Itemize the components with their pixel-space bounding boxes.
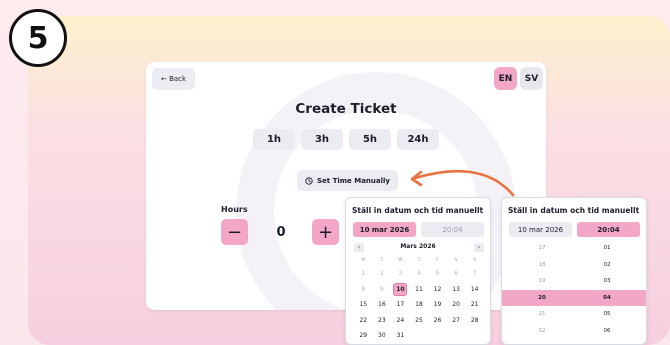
hours-increment-button[interactable]: +: [312, 219, 339, 245]
weekday-header: MTWTFSS: [354, 255, 484, 266]
language-en-button[interactable]: EN: [494, 67, 517, 90]
duration-3h-button[interactable]: 3h: [301, 129, 343, 150]
back-button[interactable]: ← Back: [152, 68, 196, 90]
set-time-manually-label: Set Time Manually: [317, 176, 390, 185]
month-label: Mars 2026: [400, 243, 436, 250]
hour-option[interactable]: 21: [522, 306, 562, 323]
duration-1h-button[interactable]: 1h: [253, 129, 295, 150]
weekday-label: M: [361, 258, 366, 263]
calendar-day[interactable]: 18: [410, 297, 429, 313]
calendar-day[interactable]: 11: [410, 282, 429, 298]
weekday-label: T: [417, 258, 421, 263]
date-tab[interactable]: 10 mar 2026: [353, 222, 416, 237]
calendar-empty-cell: [428, 328, 447, 344]
minute-option[interactable]: 01: [587, 240, 627, 257]
duration-5h-button[interactable]: 5h: [349, 129, 391, 150]
next-month-button[interactable]: ›: [474, 243, 484, 252]
calendar-day[interactable]: 30: [373, 328, 392, 344]
calendar-day[interactable]: 20: [447, 297, 466, 313]
time-row[interactable]: 18 02: [502, 257, 646, 274]
calendar-day[interactable]: 22: [354, 313, 373, 329]
calendar-day[interactable]: 26: [428, 313, 447, 329]
calendar-day-selected[interactable]: 10: [391, 282, 410, 298]
calendar-week: 1234567: [354, 266, 484, 282]
calendar-day[interactable]: 25: [410, 313, 429, 329]
calendar-day[interactable]: 9: [373, 282, 392, 298]
calendar-day[interactable]: 17: [391, 297, 410, 313]
time-picker-title: Ställ in datum och tid manuellt: [508, 206, 640, 215]
clock-icon: [305, 176, 313, 185]
weekday-label: T: [380, 258, 384, 263]
set-time-manually-button[interactable]: Set Time Manually: [297, 170, 398, 191]
calendar-day[interactable]: 5: [428, 266, 447, 282]
minute-option[interactable]: 06: [587, 323, 627, 340]
calendar-day[interactable]: 13: [447, 282, 466, 298]
step-number-badge: 5: [9, 9, 67, 67]
minute-option[interactable]: 04: [587, 290, 627, 307]
calendar-day[interactable]: 14: [465, 282, 484, 298]
calendar-day[interactable]: 12: [428, 282, 447, 298]
calendar-day[interactable]: 1: [354, 266, 373, 282]
hour-option[interactable]: 20: [522, 290, 562, 307]
time-picker-popup: Ställ in datum och tid manuellt 10 mar 2…: [501, 197, 647, 345]
weekday-label: S: [473, 258, 477, 263]
hour-option[interactable]: 22: [522, 323, 562, 340]
calendar-day[interactable]: 28: [465, 313, 484, 329]
calendar-day[interactable]: 24: [391, 313, 410, 329]
calendar-week: 29 30 31: [354, 328, 484, 344]
time-row[interactable]: 19 03: [502, 273, 646, 290]
weekday-label: W: [398, 258, 403, 263]
time-row-selected[interactable]: 20 04: [502, 289, 646, 307]
language-sv-button[interactable]: SV: [520, 67, 543, 90]
hour-option[interactable]: 17: [522, 240, 562, 257]
date-picker-popup: Ställ in datum och tid manuellt 10 mar 2…: [345, 197, 491, 345]
calendar-day[interactable]: 19: [428, 297, 447, 313]
hours-decrement-button[interactable]: −: [221, 219, 248, 245]
time-row[interactable]: 22 06: [502, 323, 646, 340]
date-tab[interactable]: 10 mar 2026: [509, 222, 572, 237]
calendar-day[interactable]: 7: [465, 266, 484, 282]
calendar-empty-cell: [447, 328, 466, 344]
page-title: Create Ticket: [295, 101, 397, 117]
calendar-day[interactable]: 27: [447, 313, 466, 329]
date-picker-title: Ställ in datum och tid manuellt: [352, 206, 484, 215]
hours-label: Hours: [221, 205, 248, 214]
minute-option[interactable]: 03: [587, 273, 627, 290]
calendar-day[interactable]: 29: [354, 328, 373, 344]
calendar-day[interactable]: 8: [354, 282, 373, 298]
minute-option[interactable]: 05: [587, 306, 627, 323]
calendar-day[interactable]: 2: [373, 266, 392, 282]
calendar-day[interactable]: 16: [373, 297, 392, 313]
calendar-week: 15 16 17 18 19 20 21: [354, 297, 484, 313]
calendar-grid: M T W T F S S 1 2 3 4 5 6 7 8 9 10 11 12 13 14 15 16 17 18 19 20 21…: [354, 255, 484, 344]
calendar-week: 22 23 24 25 26 27 28: [354, 313, 484, 329]
calendar-day[interactable]: 23: [373, 313, 392, 329]
calendar-week: 8 9 10 11 12 13 14: [354, 282, 484, 298]
calendar-day[interactable]: 3: [391, 266, 410, 282]
calendar-day[interactable]: 21: [465, 297, 484, 313]
hour-option[interactable]: 19: [522, 273, 562, 290]
hour-option[interactable]: 18: [522, 257, 562, 274]
time-row[interactable]: 21 05: [502, 306, 646, 323]
time-list: 17 01 18 02 19 03 20 04 21 05 22 06: [502, 240, 646, 339]
time-tab[interactable]: 20:04: [577, 222, 640, 237]
calendar-day[interactable]: 6: [447, 266, 466, 282]
tutorial-stage: 5 ← Back EN SV Create Ticket 1h 3h 5h 24…: [0, 0, 670, 345]
time-row[interactable]: 17 01: [502, 240, 646, 257]
calendar-empty-cell: [465, 328, 484, 344]
calendar-day[interactable]: 31: [391, 328, 410, 344]
weekday-label: F: [436, 258, 439, 263]
calendar-day[interactable]: 4: [410, 266, 429, 282]
hours-value[interactable]: 0: [253, 219, 309, 245]
hours-stepper: − 0 +: [221, 219, 346, 245]
calendar-empty-cell: [410, 328, 429, 344]
minute-option[interactable]: 02: [587, 257, 627, 274]
selected-day-label: 10: [393, 282, 408, 296]
weekday-label: S: [454, 258, 458, 263]
duration-24h-button[interactable]: 24h: [397, 129, 439, 150]
time-tab[interactable]: 20:04: [421, 222, 484, 237]
calendar-day[interactable]: 15: [354, 297, 373, 313]
